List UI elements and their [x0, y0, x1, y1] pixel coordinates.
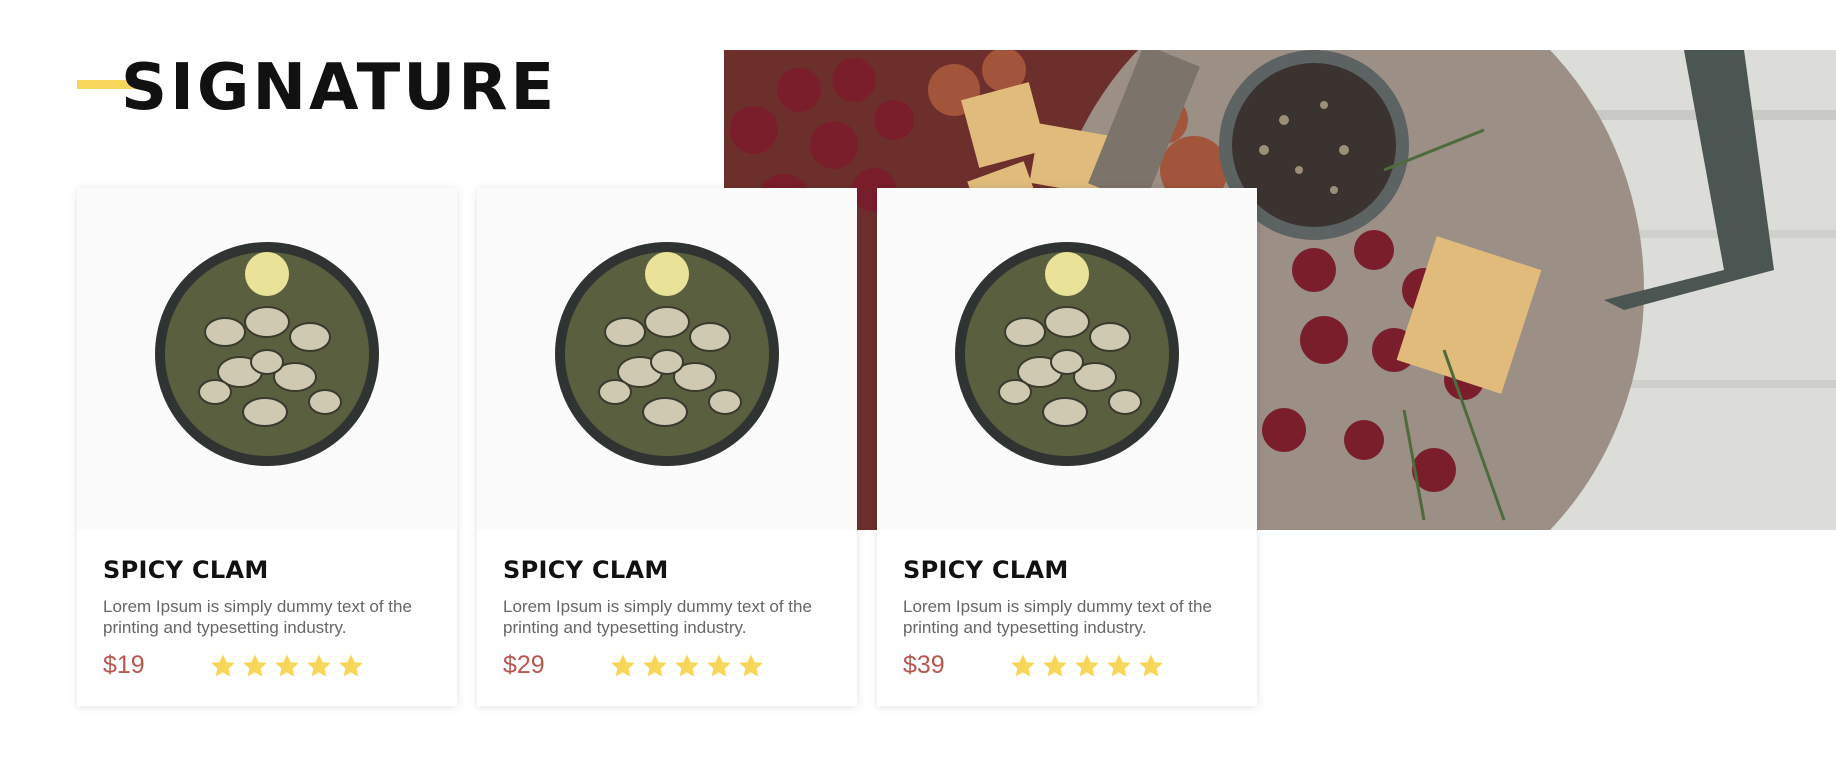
- card-image: [877, 188, 1257, 530]
- star-icon: [643, 654, 667, 677]
- card-description: Lorem Ipsum is simply dummy text of the …: [503, 597, 812, 637]
- rating-stars: [1009, 652, 1165, 680]
- card-price: $19: [103, 651, 145, 679]
- card-title: SPICY CLAM: [903, 556, 1069, 584]
- star-icon: [739, 654, 763, 677]
- star-icon: [611, 654, 635, 677]
- card-price: $39: [903, 651, 945, 679]
- card-image: [477, 188, 857, 530]
- star-icon: [1139, 654, 1163, 677]
- card-price: $29: [503, 651, 545, 679]
- menu-card[interactable]: SPICY CLAM Lorem Ipsum is simply dummy t…: [477, 188, 857, 706]
- clam-bowl-image: [155, 242, 379, 466]
- clam-bowl-image: [955, 242, 1179, 466]
- menu-card[interactable]: SPICY CLAM Lorem Ipsum is simply dummy t…: [877, 188, 1257, 706]
- star-icon: [1011, 654, 1035, 677]
- menu-card[interactable]: SPICY CLAM Lorem Ipsum is simply dummy t…: [77, 188, 457, 706]
- star-icon: [339, 654, 363, 677]
- card-description: Lorem Ipsum is simply dummy text of the …: [103, 597, 412, 637]
- card-description: Lorem Ipsum is simply dummy text of the …: [903, 597, 1212, 637]
- star-icon: [707, 654, 731, 677]
- card-image: [77, 188, 457, 530]
- card-title: SPICY CLAM: [103, 556, 269, 584]
- rating-stars: [609, 652, 765, 680]
- star-icon: [675, 654, 699, 677]
- star-icon: [243, 654, 267, 677]
- rating-stars: [209, 652, 365, 680]
- star-icon: [1075, 654, 1099, 677]
- section-title: SIGNATURE: [121, 51, 558, 125]
- clam-bowl-image: [555, 242, 779, 466]
- star-icon: [275, 654, 299, 677]
- card-title: SPICY CLAM: [503, 556, 669, 584]
- star-icon: [1043, 654, 1067, 677]
- star-icon: [307, 654, 331, 677]
- star-icon: [1107, 654, 1131, 677]
- star-icon: [211, 654, 235, 677]
